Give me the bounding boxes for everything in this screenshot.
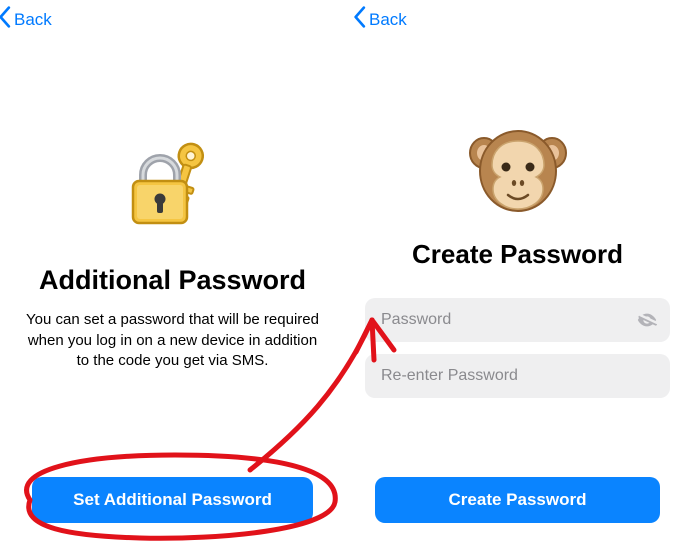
chevron-left-icon <box>0 6 12 33</box>
confirm-password-input[interactable] <box>381 367 626 385</box>
back-button[interactable]: Back <box>0 0 56 33</box>
eye-off-icon[interactable] <box>636 309 658 331</box>
additional-password-screen: Back Additional Password You can s <box>0 0 345 545</box>
chevron-left-icon <box>353 6 367 33</box>
back-label: Back <box>14 10 52 30</box>
page-title: Additional Password <box>0 265 345 296</box>
description-text: You can set a password that will be requ… <box>26 310 319 372</box>
lock-key-icon <box>0 141 345 227</box>
create-password-button[interactable]: Create Password <box>375 477 660 523</box>
password-field-wrapper <box>365 298 670 342</box>
password-input[interactable] <box>381 311 626 329</box>
create-password-screen: Back Create Password <box>345 0 690 545</box>
set-additional-password-button[interactable]: Set Additional Password <box>32 477 313 523</box>
back-button[interactable]: Back <box>353 0 411 33</box>
page-title: Create Password <box>345 239 690 270</box>
back-label: Back <box>369 10 407 30</box>
password-form <box>365 298 670 398</box>
monkey-icon <box>345 121 690 217</box>
confirm-password-field-wrapper <box>365 354 670 398</box>
